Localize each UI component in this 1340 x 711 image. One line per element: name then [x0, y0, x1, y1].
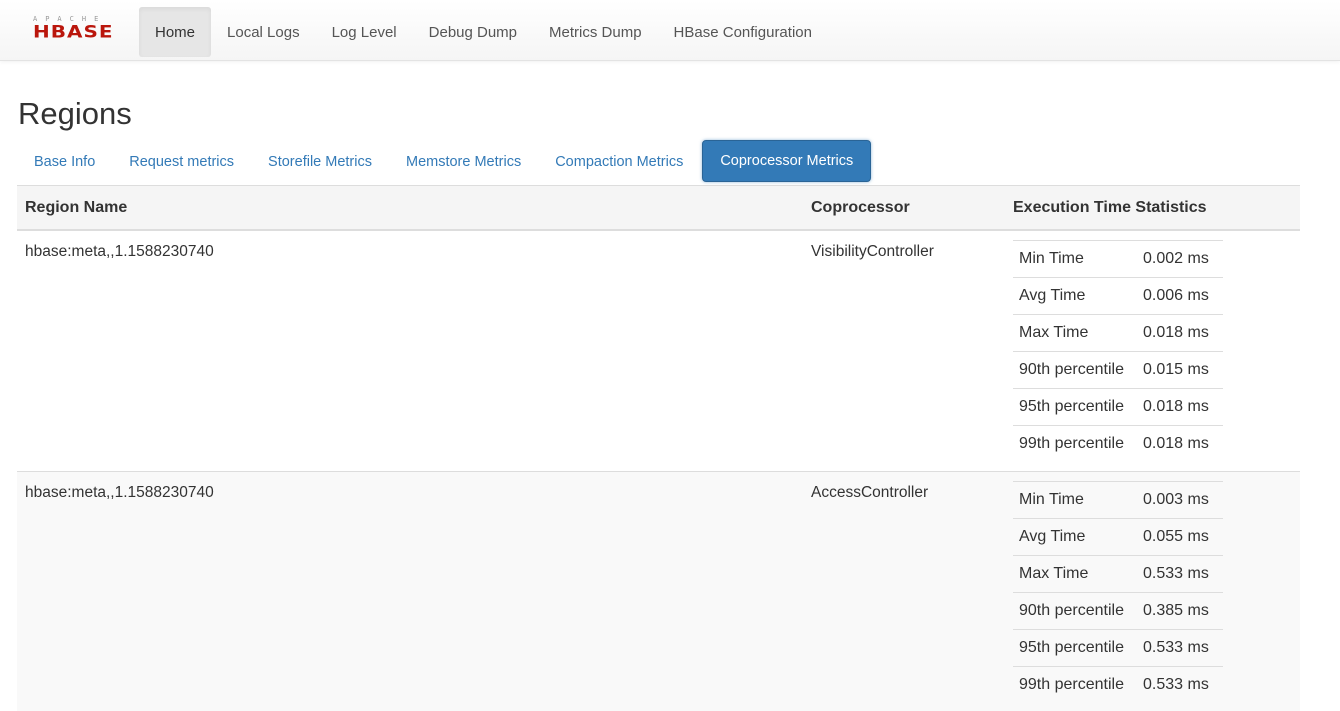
- page-title: Regions: [18, 96, 132, 131]
- stat-value: 0.006 ms: [1137, 277, 1223, 315]
- hbase-logo[interactable]: APACHE HBASE: [33, 15, 125, 45]
- coprocessor-cell: AccessController: [803, 470, 1005, 711]
- stat-row: 95th percentile 0.533 ms: [1013, 628, 1223, 666]
- top-navbar: APACHE HBASE Home Local Logs Log Level D…: [0, 0, 1340, 61]
- stat-row: Max Time 0.018 ms: [1013, 314, 1223, 352]
- header-region-name: Region Name: [17, 186, 803, 231]
- region-tabs: Base Info Request metrics Storefile Metr…: [17, 140, 1300, 186]
- execution-stats-cell: Min Time 0.002 ms Avg Time 0.006 ms Max Ti…: [1005, 229, 1300, 471]
- stat-value: 0.385 ms: [1137, 591, 1223, 629]
- stat-label: Min Time: [1013, 240, 1137, 278]
- nav-debug-dump[interactable]: Debug Dump: [413, 7, 533, 57]
- tab-memstore-metrics[interactable]: Memstore Metrics: [389, 142, 538, 182]
- table-header-row: Region Name Coprocessor Execution Time S…: [17, 186, 1300, 231]
- main-nav: Home Local Logs Log Level Debug Dump Met…: [139, 7, 828, 57]
- header-coprocessor: Coprocessor: [803, 186, 1005, 231]
- header-execution-time-statistics: Execution Time Statistics: [1005, 186, 1300, 231]
- tab-base-info[interactable]: Base Info: [17, 142, 112, 182]
- table-row: hbase:meta,,1.1588230740 AccessControlle…: [17, 470, 1300, 711]
- stat-row: Min Time 0.002 ms: [1013, 240, 1223, 278]
- table-row: hbase:meta,,1.1588230740 VisibilityContr…: [17, 229, 1300, 471]
- stat-label: 99th percentile: [1013, 665, 1137, 703]
- stat-label: 90th percentile: [1013, 591, 1137, 629]
- stat-row: Avg Time 0.006 ms: [1013, 277, 1223, 315]
- stat-value: 0.018 ms: [1137, 314, 1223, 352]
- stat-label: 95th percentile: [1013, 388, 1137, 426]
- region-name-cell: hbase:meta,,1.1588230740: [17, 229, 803, 471]
- tab-request-metrics[interactable]: Request metrics: [112, 142, 251, 182]
- nav-hbase-configuration[interactable]: HBase Configuration: [658, 7, 828, 57]
- stat-value: 0.018 ms: [1137, 388, 1223, 426]
- coprocessor-metrics-table: Region Name Coprocessor Execution Time S…: [17, 186, 1300, 711]
- stat-row: Min Time 0.003 ms: [1013, 480, 1223, 518]
- stat-value: 0.533 ms: [1137, 628, 1223, 666]
- tab-coprocessor-metrics[interactable]: Coprocessor Metrics: [702, 140, 872, 182]
- execution-stats-cell: Min Time 0.003 ms Avg Time 0.055 ms Max Ti…: [1005, 470, 1300, 711]
- stat-row: Avg Time 0.055 ms: [1013, 517, 1223, 555]
- tab-compaction-metrics[interactable]: Compaction Metrics: [538, 142, 700, 182]
- stat-value: 0.003 ms: [1137, 480, 1223, 518]
- stat-label: Avg Time: [1013, 277, 1137, 315]
- stat-label: Min Time: [1013, 480, 1137, 518]
- region-name-cell: hbase:meta,,1.1588230740: [17, 470, 803, 711]
- stat-value: 0.015 ms: [1137, 351, 1223, 389]
- coprocessor-cell: VisibilityController: [803, 229, 1005, 471]
- stat-row: 95th percentile 0.018 ms: [1013, 388, 1223, 426]
- stat-label: 95th percentile: [1013, 628, 1137, 666]
- stat-row: 99th percentile 0.018 ms: [1013, 425, 1223, 463]
- stat-label: Max Time: [1013, 314, 1137, 352]
- execution-stats-table: Min Time 0.003 ms Avg Time 0.055 ms Max Ti…: [1013, 480, 1223, 703]
- stat-row: 90th percentile 0.015 ms: [1013, 351, 1223, 389]
- nav-home[interactable]: Home: [139, 7, 212, 57]
- execution-stats-table: Min Time 0.002 ms Avg Time 0.006 ms Max Ti…: [1013, 240, 1223, 463]
- stat-label: 99th percentile: [1013, 425, 1137, 463]
- stat-row: 99th percentile 0.533 ms: [1013, 665, 1223, 703]
- nav-log-level[interactable]: Log Level: [316, 7, 413, 57]
- stat-value: 0.533 ms: [1137, 554, 1223, 592]
- stat-value: 0.018 ms: [1137, 425, 1223, 463]
- stat-label: Max Time: [1013, 554, 1137, 592]
- stat-label: 90th percentile: [1013, 351, 1137, 389]
- stat-row: Max Time 0.533 ms: [1013, 554, 1223, 592]
- stat-value: 0.533 ms: [1137, 665, 1223, 703]
- stat-row: 90th percentile 0.385 ms: [1013, 591, 1223, 629]
- logo-hbase-text: HBASE: [33, 21, 114, 42]
- stat-label: Avg Time: [1013, 517, 1137, 555]
- nav-metrics-dump[interactable]: Metrics Dump: [533, 7, 658, 57]
- stat-value: 0.055 ms: [1137, 517, 1223, 555]
- nav-local-logs[interactable]: Local Logs: [211, 7, 316, 57]
- tab-storefile-metrics[interactable]: Storefile Metrics: [251, 142, 389, 182]
- stat-value: 0.002 ms: [1137, 240, 1223, 278]
